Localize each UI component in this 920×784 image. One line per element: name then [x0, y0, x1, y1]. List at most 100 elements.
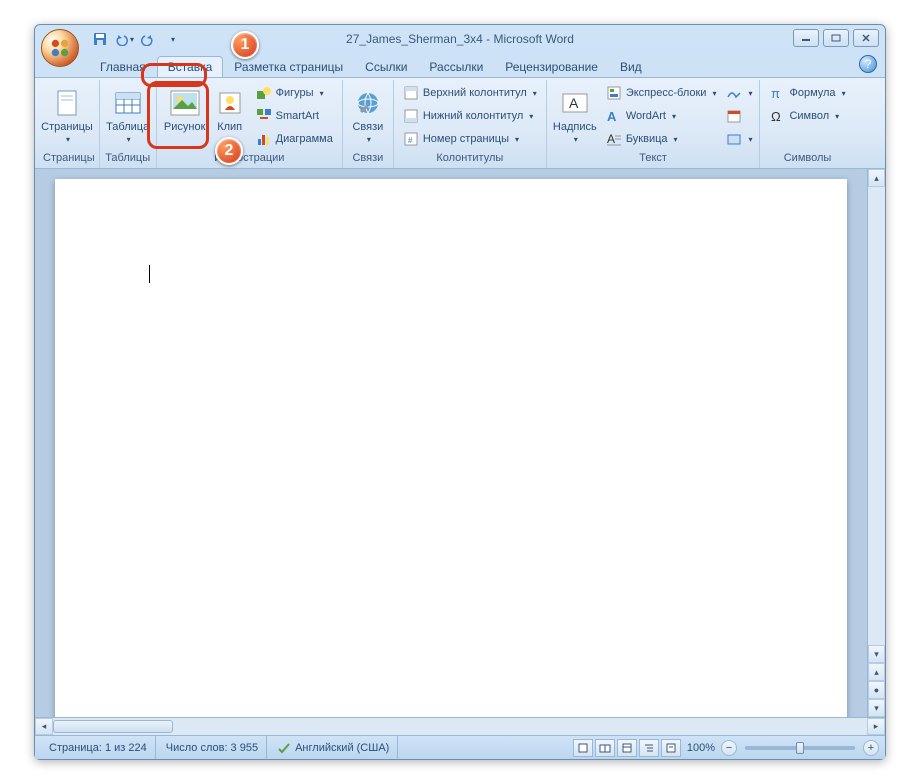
view-web-button[interactable]: [617, 739, 637, 757]
picture-button[interactable]: Рисунок: [161, 82, 209, 150]
symbol-button[interactable]: Ω Символ▾: [764, 105, 850, 127]
maximize-icon: [831, 34, 841, 42]
document-page[interactable]: [55, 179, 847, 717]
office-button[interactable]: [41, 29, 79, 67]
pagenum-icon: #: [403, 131, 419, 147]
chart-icon: [256, 131, 272, 147]
minimize-icon: [801, 34, 811, 42]
svg-text:π: π: [771, 86, 780, 101]
svg-text:A: A: [607, 109, 617, 124]
group-label-illustrations: Иллюстрации: [161, 150, 338, 166]
view-outline-button[interactable]: [639, 739, 659, 757]
chevron-down-icon: ▾: [127, 135, 131, 144]
links-button[interactable]: Связи ▾: [347, 82, 389, 150]
qat-customize-button[interactable]: ▾: [161, 28, 183, 50]
scroll-up-button[interactable]: ▴: [868, 169, 885, 187]
close-button[interactable]: [853, 29, 879, 47]
dropcap-label: Буквица: [626, 133, 668, 145]
status-language[interactable]: Английский (США): [269, 736, 398, 759]
textbox-button[interactable]: A Надпись ▾: [551, 82, 599, 150]
link-icon: [352, 87, 384, 119]
shapes-label: Фигуры: [276, 87, 314, 99]
picture-label: Рисунок: [164, 121, 206, 133]
redo-icon: [141, 32, 155, 46]
tab-layout[interactable]: Разметка страницы: [223, 56, 354, 77]
quickparts-label: Экспресс-блоки: [626, 87, 707, 99]
signature-button[interactable]: ▾: [723, 82, 755, 104]
tab-references[interactable]: Ссылки: [354, 56, 418, 77]
zoom-slider[interactable]: [745, 746, 855, 750]
quickparts-button[interactable]: Экспресс-блоки▾: [601, 82, 722, 104]
browse-next-button[interactable]: ▾: [868, 699, 885, 717]
browse-prev-button[interactable]: ▴: [868, 663, 885, 681]
view-draft-button[interactable]: [661, 739, 681, 757]
scroll-right-button[interactable]: ▸: [867, 718, 885, 735]
chart-button[interactable]: Диаграмма: [251, 128, 338, 150]
browse-select-button[interactable]: ●: [868, 681, 885, 699]
pagenum-label: Номер страницы: [423, 133, 509, 145]
scroll-down-button[interactable]: ▾: [868, 645, 885, 663]
tab-insert[interactable]: Вставка: [157, 56, 224, 77]
view-fullscreen-button[interactable]: [595, 739, 615, 757]
group-label-headerfooter: Колонтитулы: [398, 150, 542, 166]
ribbon-tabs: Главная Вставка Разметка страницы Ссылки…: [35, 53, 885, 77]
wordart-label: WordArt: [626, 110, 666, 122]
zoom-level[interactable]: 100%: [687, 742, 715, 754]
tab-home[interactable]: Главная: [89, 56, 157, 77]
tab-mailings[interactable]: Рассылки: [418, 56, 494, 77]
hscroll-thumb[interactable]: [53, 720, 173, 733]
horizontal-scrollbar[interactable]: ◂ ▸: [35, 717, 885, 735]
scroll-track[interactable]: [868, 187, 885, 645]
formula-icon: π: [769, 85, 785, 101]
tab-review[interactable]: Рецензирование: [494, 56, 609, 77]
table-button[interactable]: Таблица ▾: [104, 82, 152, 150]
vertical-scrollbar[interactable]: ▴ ▾ ▴ ● ▾: [867, 169, 885, 717]
smartart-button[interactable]: SmartArt: [251, 105, 338, 127]
document-viewport[interactable]: [35, 169, 867, 717]
shapes-icon: [256, 85, 272, 101]
status-words[interactable]: Число слов: 3 955: [158, 736, 267, 759]
zoom-in-button[interactable]: +: [863, 740, 879, 756]
zoom-slider-thumb[interactable]: [796, 742, 804, 754]
hscroll-track[interactable]: [53, 718, 867, 735]
table-icon: [112, 87, 144, 119]
wordart-button[interactable]: A WordArt▾: [601, 105, 722, 127]
dropcap-button[interactable]: A Буквица▾: [601, 128, 722, 150]
object-button[interactable]: ▾: [723, 128, 755, 150]
ribbon: Страницы ▾ Страницы Таблица ▾ Таблицы Ри: [35, 77, 885, 169]
save-button[interactable]: [89, 28, 111, 50]
pagenum-button[interactable]: # Номер страницы▾: [398, 128, 542, 150]
smartart-label: SmartArt: [276, 110, 319, 122]
scroll-left-button[interactable]: ◂: [35, 718, 53, 735]
wordart-icon: A: [606, 108, 622, 124]
chevron-down-icon: ▾: [574, 135, 578, 144]
office-logo-icon: [49, 37, 71, 59]
footer-button[interactable]: Нижний колонтитул▾: [398, 105, 542, 127]
formula-button[interactable]: π Формула▾: [764, 82, 850, 104]
page-icon: [51, 87, 83, 119]
header-icon: [403, 85, 419, 101]
symbol-label: Символ: [789, 110, 829, 122]
header-button[interactable]: Верхний колонтитул▾: [398, 82, 542, 104]
datetime-button[interactable]: [723, 105, 755, 127]
pages-button[interactable]: Страницы ▾: [43, 82, 91, 150]
quick-access-toolbar: ▾ ▾: [89, 28, 183, 50]
view-print-layout-button[interactable]: [573, 739, 593, 757]
status-page[interactable]: Страница: 1 из 224: [41, 736, 156, 759]
redo-button[interactable]: [137, 28, 159, 50]
zoom-out-button[interactable]: −: [721, 740, 737, 756]
group-headerfooter: Верхний колонтитул▾ Нижний колонтитул▾ #…: [394, 80, 547, 168]
textbox-label: Надпись: [553, 121, 597, 133]
picture-icon: [169, 87, 201, 119]
svg-text:A: A: [569, 95, 579, 111]
tab-view[interactable]: Вид: [609, 56, 653, 77]
undo-button[interactable]: ▾: [113, 28, 135, 50]
group-label-text: Текст: [551, 150, 756, 166]
clip-button[interactable]: Клип: [211, 82, 249, 150]
minimize-button[interactable]: [793, 29, 819, 47]
shapes-button[interactable]: Фигуры▾: [251, 82, 338, 104]
group-links: Связи ▾ Связи: [343, 80, 394, 168]
maximize-button[interactable]: [823, 29, 849, 47]
help-button[interactable]: ?: [859, 55, 877, 73]
draft-icon: [665, 742, 677, 754]
